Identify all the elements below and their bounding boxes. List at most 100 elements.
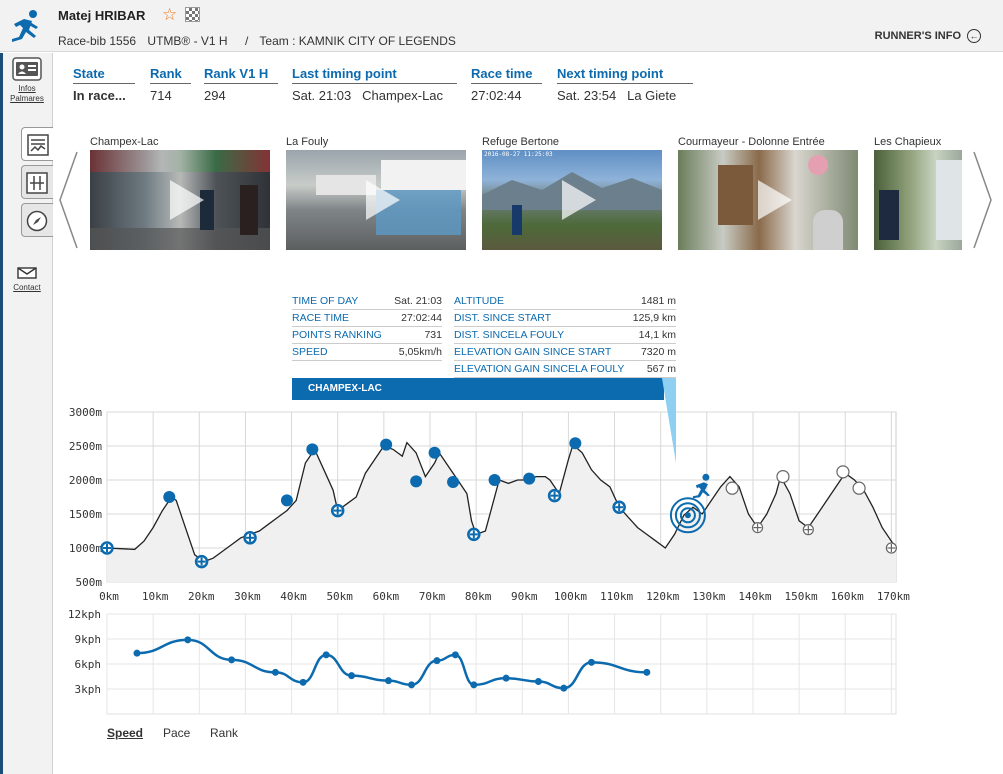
speed-point (348, 672, 356, 680)
back-arrow-icon: ← (967, 29, 981, 43)
speed-y-tick-label: 6kph (75, 658, 102, 671)
stat-state: State In race... (73, 66, 135, 103)
info-key: TIME OF DAY (292, 295, 359, 307)
webcam-image (678, 150, 858, 250)
current-position-ring (669, 497, 706, 534)
speed-point (560, 684, 568, 692)
stat-label: Race time (471, 66, 542, 84)
checkpoint-passed-ring (547, 488, 562, 503)
speed-point (228, 656, 236, 664)
checkpoint-passed-dot (569, 437, 582, 450)
info-key: ALTITUDE (454, 295, 504, 307)
info-row: RACE TIME 27:02:44 (292, 310, 442, 327)
profile-chart-icon (27, 134, 49, 156)
info-value: Sat. 21:03 (394, 295, 442, 307)
sidebar-item-infos[interactable]: Infos Palmares (8, 57, 46, 104)
info-value: 1481 m (640, 295, 676, 307)
speed-point (433, 657, 441, 665)
favorite-star-icon[interactable]: ☆ (162, 5, 177, 25)
info-value: 5,05km/h (398, 346, 442, 358)
checkpoint-future-marker (836, 465, 850, 479)
stat-label: State (73, 66, 135, 84)
sidebar-item-contact[interactable]: Contact (8, 267, 46, 293)
webcam-thumbnail[interactable]: Courmayeur - Dolonne Entrée (678, 136, 858, 250)
runner-info-label: RUNNER'S INFO (874, 30, 961, 42)
checkpoint-passed-dot (410, 475, 423, 488)
info-row: ELEVATION GAIN SINCELA FOULY 567 m (454, 361, 676, 378)
webcam-thumbnail[interactable]: La Fouly (286, 136, 466, 250)
webcam-thumbnail[interactable]: Champex-Lac (90, 136, 270, 250)
checkpoint-passed-dot (428, 446, 441, 459)
tab-pace[interactable]: Pace (163, 726, 190, 740)
webcam-thumbnail[interactable]: Refuge Bertone 2016-08-27 11:25:03 (482, 136, 662, 250)
x-tick-label: 20km (188, 590, 215, 603)
callout-pointer (662, 378, 676, 463)
info-key: RACE TIME (292, 312, 349, 324)
speed-plot-area (106, 613, 897, 715)
info-row: DIST. SINCE START 125,9 km (454, 310, 676, 327)
stat-label: Last timing point (292, 66, 457, 84)
webcam-thumbnail[interactable]: Les Chapieux (874, 136, 962, 250)
info-key: DIST. SINCE START (454, 312, 552, 324)
sidebar-tab-profile[interactable] (21, 127, 53, 161)
x-tick-label: 90km (511, 590, 538, 603)
stat-value: 714 (150, 88, 172, 103)
x-tick-label: 170km (877, 590, 910, 603)
checkpoint-passed-dot (280, 494, 293, 507)
contact-link[interactable]: Contact (8, 283, 46, 293)
checkpoint-future-marker (725, 481, 739, 495)
x-tick-label: 80km (465, 590, 492, 603)
x-tick-label: 160km (831, 590, 864, 603)
tab-speed[interactable]: Speed (107, 726, 143, 740)
speed-point (502, 674, 510, 682)
palmares-link[interactable]: Palmares (8, 94, 46, 104)
stat-label: Rank (150, 66, 191, 84)
webcam-image (874, 150, 962, 250)
speed-point (587, 658, 595, 666)
compass-icon (26, 210, 48, 232)
speed-point (322, 651, 330, 659)
stat-next-timing-point: Next timing point Sat. 23:54 La Giete (557, 66, 693, 103)
x-tick-label: 40km (280, 590, 307, 603)
sidebar-tab-table[interactable] (21, 165, 53, 199)
info-row: ELEVATION GAIN SINCE START 7320 m (454, 344, 676, 361)
checkered-flag-icon[interactable] (185, 7, 200, 22)
x-tick-label: 0km (99, 590, 119, 603)
speed-point (299, 678, 307, 686)
info-row: ALTITUDE 1481 m (454, 293, 676, 310)
stat-value: Sat. 21:03 Champex-Lac (292, 88, 444, 103)
speed-y-tick-label: 12kph (68, 608, 101, 621)
runner-info-button[interactable]: RUNNER'S INFO ← (875, 29, 981, 43)
stat-rank: Rank 714 (150, 66, 191, 103)
sidebar-edge (0, 53, 3, 774)
info-row: DIST. SINCELA FOULY 14,1 km (454, 327, 676, 344)
stat-label: Next timing point (557, 66, 693, 84)
y-tick-label: 1500m (69, 508, 102, 521)
carousel-prev-arrow[interactable] (58, 150, 78, 250)
thumbnail-caption: La Fouly (286, 136, 329, 148)
tab-rank[interactable]: Rank (210, 726, 238, 740)
stat-value: Sat. 23:54 La Giete (557, 88, 677, 103)
x-tick-label: 30km (234, 590, 261, 603)
team-name: Team : KAMNIK CITY OF LEGENDS (259, 34, 456, 48)
y-tick-label: 2000m (69, 474, 102, 487)
x-tick-label: 60km (373, 590, 400, 603)
speed-y-tick-label: 9kph (75, 633, 102, 646)
profile-line (106, 441, 897, 563)
checkpoint-passed-ring (467, 527, 481, 542)
carousel-next-arrow[interactable] (973, 150, 993, 250)
plot-area (106, 411, 897, 583)
info-key: ELEVATION GAIN SINCELA FOULY (454, 363, 625, 375)
stat-label: Rank V1 H (204, 66, 278, 84)
checkpoint-passed-dot (163, 491, 176, 503)
sidebar-tab-map[interactable] (21, 203, 53, 237)
checkpoint-future-marker (802, 524, 814, 536)
envelope-icon (17, 267, 37, 279)
checkpoint-passed-ring (194, 554, 209, 569)
info-key: DIST. SINCELA FOULY (454, 329, 565, 341)
play-icon (758, 180, 792, 220)
infos-link[interactable]: Infos (8, 84, 46, 94)
speed-point (271, 668, 279, 676)
info-value: 567 m (646, 363, 676, 375)
runner-head (702, 473, 710, 481)
